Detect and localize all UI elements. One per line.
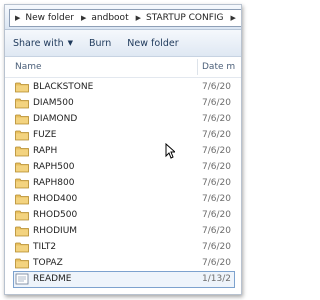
chevron-right-icon[interactable]: ▶ xyxy=(76,14,89,22)
mouse-cursor-icon xyxy=(165,143,175,159)
folder-icon xyxy=(15,209,29,221)
file-row[interactable]: RHOD400 7/6/20 xyxy=(5,191,241,207)
file-date-modified: 7/6/20 xyxy=(202,258,231,268)
file-name: TOPAZ xyxy=(33,258,63,268)
share-with-button[interactable]: Share with ▼ xyxy=(5,33,81,53)
file-date-modified: 7/6/20 xyxy=(202,98,231,108)
file-name: DIAMOND xyxy=(33,114,78,124)
address-field[interactable]: ▶ New folder ▶ andboot ▶ STARTUP CONFIG … xyxy=(9,9,241,27)
folder-icon xyxy=(15,257,29,269)
folder-icon xyxy=(15,81,29,93)
explorer-window: ▶ New folder ▶ andboot ▶ STARTUP CONFIG … xyxy=(4,4,242,295)
chevron-right-icon[interactable]: ▶ xyxy=(226,14,239,22)
column-header: Name Date m xyxy=(5,57,241,78)
file-name: RAPH800 xyxy=(33,178,75,188)
column-date-modified-header[interactable]: Date m xyxy=(202,62,235,72)
address-bar: ▶ New folder ▶ andboot ▶ STARTUP CONFIG … xyxy=(5,5,241,30)
breadcrumb-startup-config[interactable]: STARTUP CONFIG xyxy=(144,13,226,23)
file-date-modified: 7/6/20 xyxy=(202,162,231,172)
file-row[interactable]: RAPH 7/6/20 xyxy=(5,143,241,159)
folder-icon xyxy=(15,113,29,125)
file-row[interactable]: BLACKSTONE 7/6/20 xyxy=(5,79,241,95)
burn-button[interactable]: Burn xyxy=(81,33,119,53)
command-bar: Share with ▼ Burn New folder xyxy=(5,30,241,57)
file-date-modified: 7/6/20 xyxy=(202,82,231,92)
file-name: RHOD500 xyxy=(33,210,78,220)
breadcrumb-andboot[interactable]: andboot xyxy=(89,13,130,23)
folder-icon xyxy=(15,145,29,157)
file-row[interactable]: FUZE 7/6/20 xyxy=(5,127,241,143)
file-name: RHOD400 xyxy=(33,194,78,204)
file-date-modified: 7/6/20 xyxy=(202,210,231,220)
file-row[interactable]: RAPH500 7/6/20 xyxy=(5,159,241,175)
breadcrumb-new-folder[interactable]: New folder xyxy=(23,13,76,23)
folder-icon xyxy=(15,225,29,237)
column-name-header[interactable]: Name xyxy=(15,62,42,72)
file-row[interactable]: TILT2 7/6/20 xyxy=(5,239,241,255)
file-list: BLACKSTONE 7/6/20 DIAM500 7/6/20 DIAMOND 7/6/… xyxy=(5,79,241,288)
folder-icon xyxy=(15,241,29,253)
new-folder-button[interactable]: New folder xyxy=(119,33,186,53)
file-date-modified: 7/6/20 xyxy=(202,146,231,156)
chevron-right-icon[interactable]: ▶ xyxy=(10,14,23,22)
file-name: README xyxy=(33,274,72,284)
column-divider[interactable] xyxy=(197,59,198,75)
file-row[interactable]: DIAM500 7/6/20 xyxy=(5,95,241,111)
file-name: RAPH500 xyxy=(33,162,75,172)
chevron-down-icon: ▼ xyxy=(67,39,73,47)
file-date-modified: 7/6/20 xyxy=(202,130,231,140)
file-name: RAPH xyxy=(33,146,58,156)
file-date-modified: 7/6/20 xyxy=(202,178,231,188)
file-row[interactable]: RHOD500 7/6/20 xyxy=(5,207,241,223)
file-name: FUZE xyxy=(33,130,57,140)
folder-icon xyxy=(15,97,29,109)
file-row[interactable]: RAPH800 7/6/20 xyxy=(5,175,241,191)
file-row[interactable]: README 1/13/2 xyxy=(5,271,241,288)
folder-icon xyxy=(15,193,29,205)
file-name: RHODIUM xyxy=(33,226,78,236)
file-name: DIAM500 xyxy=(33,98,74,108)
text-file-icon xyxy=(15,273,29,285)
file-date-modified: 7/6/20 xyxy=(202,242,231,252)
file-name: BLACKSTONE xyxy=(33,82,94,92)
file-date-modified: 7/6/20 xyxy=(202,226,231,236)
chevron-right-icon[interactable]: ▶ xyxy=(131,14,144,22)
file-date-modified: 7/6/20 xyxy=(202,194,231,204)
file-row[interactable]: RHODIUM 7/6/20 xyxy=(5,223,241,239)
folder-icon xyxy=(15,129,29,141)
new-folder-label: New folder xyxy=(127,37,179,49)
file-date-modified: 1/13/2 xyxy=(202,274,231,284)
file-row[interactable]: TOPAZ 7/6/20 xyxy=(5,255,241,271)
folder-icon xyxy=(15,161,29,173)
file-row[interactable]: DIAMOND 7/6/20 xyxy=(5,111,241,127)
file-date-modified: 7/6/20 xyxy=(202,114,231,124)
folder-icon xyxy=(15,177,29,189)
share-with-label: Share with xyxy=(13,37,64,49)
burn-label: Burn xyxy=(88,37,112,49)
file-name: TILT2 xyxy=(33,242,57,252)
